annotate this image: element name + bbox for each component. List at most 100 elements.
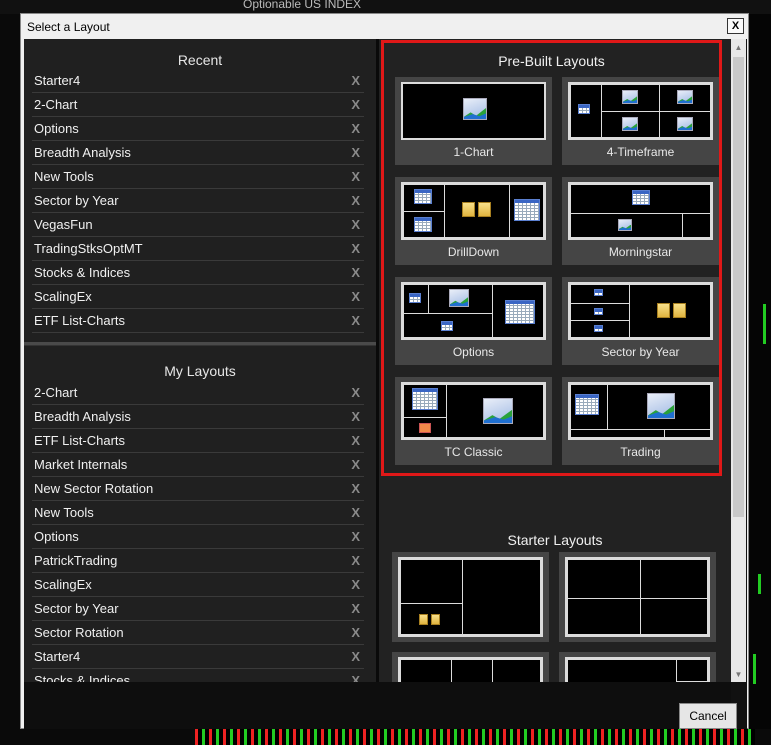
recent-item-label: Options (34, 121, 79, 136)
layout-thumbnail (398, 557, 543, 637)
remove-x-button[interactable]: X (351, 577, 360, 592)
remove-x-button[interactable]: X (351, 505, 360, 520)
recent-item-label: ETF List-Charts (34, 313, 126, 328)
grid-icon (578, 104, 590, 114)
close-button[interactable]: X (727, 18, 744, 34)
my-layouts-title: My Layouts (164, 363, 236, 379)
layout-tile-options[interactable]: Options (395, 277, 552, 365)
my-layout-item[interactable]: PatrickTrading X (32, 549, 364, 573)
remove-x-button[interactable]: X (351, 385, 360, 400)
starter-layout-tile[interactable] (559, 652, 716, 682)
remove-x-button[interactable]: X (351, 433, 360, 448)
chart-icon (622, 90, 638, 104)
recent-item-label: Stocks & Indices (34, 265, 131, 280)
remove-x-button[interactable]: X (351, 217, 360, 232)
remove-x-button[interactable]: X (351, 481, 360, 496)
recent-item[interactable]: Starter4 X (32, 69, 364, 93)
layout-tile-tc-classic[interactable]: TC Classic (395, 377, 552, 465)
layout-tile-morningstar[interactable]: Morningstar (562, 177, 719, 265)
my-layout-item[interactable]: Stocks & Indices X (32, 669, 364, 683)
recent-item-label: Breadth Analysis (34, 145, 131, 160)
layout-thumbnail (568, 182, 713, 240)
recent-item-label: Starter4 (34, 73, 81, 88)
scrollbar-thumb[interactable] (733, 57, 744, 517)
remove-x-button[interactable]: X (351, 145, 360, 160)
recent-list: Starter4 X 2-Chart X Options X Breadth Anal… (32, 69, 364, 333)
remove-x-button[interactable]: X (351, 457, 360, 472)
remove-x-button[interactable]: X (351, 97, 360, 112)
remove-x-button[interactable]: X (351, 409, 360, 424)
vertical-scrollbar[interactable]: ▲ ▼ (731, 39, 746, 682)
remove-x-button[interactable]: X (351, 193, 360, 208)
remove-x-button[interactable]: X (351, 73, 360, 88)
scroll-up-icon[interactable]: ▲ (731, 43, 746, 52)
tile-label: Morningstar (608, 245, 673, 259)
recent-item[interactable]: New Tools X (32, 165, 364, 189)
layout-tile-4-timeframe[interactable]: 4-Timeframe (562, 77, 719, 165)
recent-item[interactable]: ETF List-Charts X (32, 309, 364, 333)
remove-x-button[interactable]: X (351, 529, 360, 544)
recent-item[interactable]: ScalingEx X (32, 285, 364, 309)
recent-item[interactable]: VegasFun X (32, 213, 364, 237)
tile-label: Trading (620, 445, 661, 459)
starter-layout-tile[interactable] (559, 552, 716, 642)
layout-tile-sector-by-year[interactable]: Sector by Year (562, 277, 719, 365)
layout-thumbnail (565, 557, 710, 637)
remove-x-button[interactable]: X (351, 289, 360, 304)
recent-item[interactable]: 2-Chart X (32, 93, 364, 117)
background-header: Optionable US INDEX (0, 0, 771, 14)
layout-thumbnail (568, 382, 713, 440)
grid-icon (441, 321, 453, 331)
dialog-title: Select a Layout (27, 20, 110, 34)
remove-x-button[interactable]: X (351, 313, 360, 328)
my-layout-item[interactable]: Starter4 X (32, 645, 364, 669)
starter-layout-tile[interactable] (392, 652, 549, 682)
right-panel: Pre-Built Layouts 1-Chart 4-Timeframe Dr… (379, 39, 731, 682)
my-layout-item-label: Breadth Analysis (34, 409, 131, 424)
remove-x-button[interactable]: X (351, 649, 360, 664)
recent-item[interactable]: Options X (32, 117, 364, 141)
my-layout-item[interactable]: Sector by Year X (32, 597, 364, 621)
tile-label: Options (452, 345, 495, 359)
my-layout-item[interactable]: ScalingEx X (32, 573, 364, 597)
cancel-button[interactable]: Cancel (679, 703, 737, 729)
recent-item[interactable]: Sector by Year X (32, 189, 364, 213)
chart-icon (483, 398, 513, 424)
starter-layout-tile[interactable] (392, 552, 549, 642)
layout-tile-1-chart[interactable]: 1-Chart (395, 77, 552, 165)
grid-icon (514, 199, 540, 221)
remove-x-button[interactable]: X (351, 601, 360, 616)
my-layout-item[interactable]: New Tools X (32, 501, 364, 525)
recent-item-label: TradingStksOptMT (34, 241, 143, 256)
remove-x-button[interactable]: X (351, 265, 360, 280)
grid-icon (594, 325, 603, 332)
recent-item[interactable]: Breadth Analysis X (32, 141, 364, 165)
my-layout-item[interactable]: ETF List-Charts X (32, 429, 364, 453)
my-layout-item[interactable]: Market Internals X (32, 453, 364, 477)
my-layout-item[interactable]: 2-Chart X (32, 381, 364, 405)
recent-item[interactable]: TradingStksOptMT X (32, 237, 364, 261)
recent-item[interactable]: Stocks & Indices X (32, 261, 364, 285)
scroll-down-icon[interactable]: ▼ (731, 670, 746, 679)
grid-icon (505, 300, 535, 324)
remove-x-button[interactable]: X (351, 625, 360, 640)
chart-icon (677, 90, 693, 104)
grid-icon (575, 394, 599, 415)
my-layout-item[interactable]: Sector Rotation X (32, 621, 364, 645)
my-layout-item-label: PatrickTrading (34, 553, 118, 568)
my-layout-item-label: New Sector Rotation (34, 481, 154, 496)
remove-x-button[interactable]: X (351, 553, 360, 568)
grid-icon (594, 308, 603, 315)
chart-icon (647, 393, 675, 419)
layout-thumbnail (401, 282, 546, 340)
remove-x-button[interactable]: X (351, 169, 360, 184)
remove-x-button[interactable]: X (351, 121, 360, 136)
select-layout-dialog: Select a Layout X Recent Starter4 X 2-Cha… (20, 13, 749, 729)
layout-tile-drilldown[interactable]: DrillDown (395, 177, 552, 265)
my-layout-item[interactable]: Options X (32, 525, 364, 549)
layout-tile-trading[interactable]: Trading (562, 377, 719, 465)
my-layout-item[interactable]: Breadth Analysis X (32, 405, 364, 429)
remove-x-button[interactable]: X (351, 241, 360, 256)
grid-icon (414, 217, 432, 232)
my-layout-item[interactable]: New Sector Rotation X (32, 477, 364, 501)
